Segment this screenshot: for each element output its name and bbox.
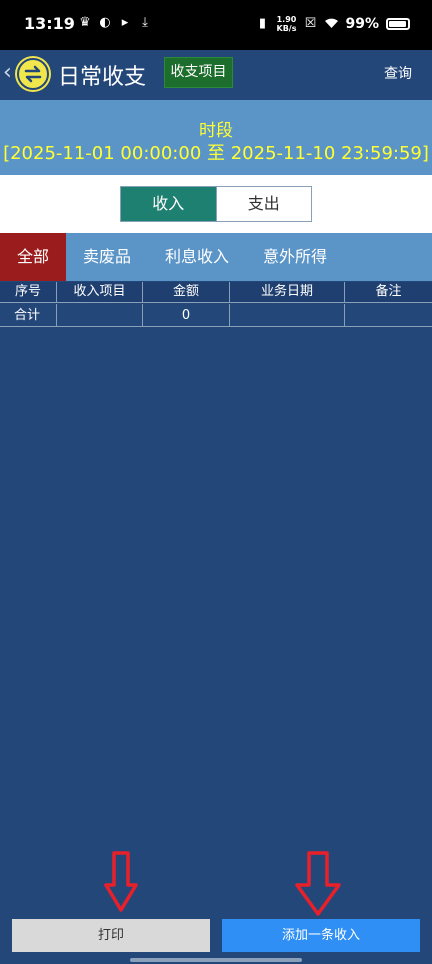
table-cell: 0 [143, 304, 230, 326]
crown-icon: ♛ [79, 15, 91, 30]
column-header: 备注 [375, 284, 402, 299]
toggle-expense[interactable]: 支出 [215, 187, 311, 221]
print-button[interactable]: 打印 [12, 919, 210, 952]
column-header: 业务日期 [230, 282, 345, 302]
column-header: 收入项目 [57, 282, 143, 302]
tab-windfall[interactable]: 意外所得 [246, 233, 344, 281]
tab-scrap-sale[interactable]: 卖废品 [66, 233, 148, 281]
type-toggle-area: 收入 支出 [0, 175, 432, 233]
add-income-button[interactable]: 添加一条收入 [222, 919, 420, 952]
status-notification-icons: ♛ ◐ ▸ ⤓ [78, 16, 152, 30]
toggle-income[interactable]: 收入 [121, 187, 216, 221]
down-arrow-icon [104, 851, 138, 912]
no-sim-icon: ☒ [304, 16, 317, 31]
table-header: 序号 收入项目 金额 业务日期 备注 [0, 282, 432, 303]
table-cell [230, 304, 345, 326]
column-header: 金额 [143, 282, 230, 302]
column-header: 序号 [0, 282, 57, 302]
category-tabs: 全部 卖废品 利息收入 意外所得 [0, 233, 432, 281]
table-cell: 合计 [0, 304, 57, 326]
wifi-icon [324, 17, 339, 31]
network-speed: 1.90 KB/s [277, 15, 297, 33]
speed-unit: KB/s [276, 24, 297, 33]
battery-percent: 99% [345, 16, 379, 32]
exchange-logo-icon [17, 58, 49, 90]
app-notification-icon: ◐ [99, 15, 111, 30]
status-bar: 13:19 ♛ ◐ ▸ ⤓ ▮ 1.90 KB/s ☒ 99% [0, 0, 432, 50]
income-expense-toggle: 收入 支出 [120, 186, 312, 222]
down-arrow-icon [295, 851, 341, 916]
table-cell [345, 304, 432, 326]
period-title: 时段 [199, 121, 233, 141]
page-title: 日常收支 [58, 65, 147, 90]
total-row: 合计 0 [0, 304, 432, 327]
download-icon: ⤓ [142, 15, 148, 30]
speed-value: 1.90 [276, 15, 297, 24]
back-chevron-icon[interactable]: ‹ [3, 60, 12, 85]
period-panel: 时段 [2025-11-01 00:00:00 至 2025-11-10 23:… [0, 100, 432, 175]
table-cell [57, 304, 143, 326]
vibrate-icon: ▮ [258, 16, 267, 31]
status-time: 13:19 [24, 14, 75, 33]
media-icon: ▸ [121, 15, 129, 30]
tab-all[interactable]: 全部 [0, 233, 67, 281]
status-system-icons: ▮ 1.90 KB/s ☒ 99% [256, 15, 410, 33]
tab-interest-income[interactable]: 利息收入 [148, 233, 246, 281]
query-button[interactable]: 查询 [384, 63, 412, 83]
income-expense-items-button[interactable]: 收支项目 [164, 57, 233, 88]
app-header: ‹ 日常收支 收支项目 查询 [0, 50, 432, 100]
battery-icon [386, 18, 410, 30]
home-indicator[interactable] [130, 958, 302, 962]
period-range[interactable]: [2025-11-01 00:00:00 至 2025-11-10 23:59:… [0, 139, 432, 165]
